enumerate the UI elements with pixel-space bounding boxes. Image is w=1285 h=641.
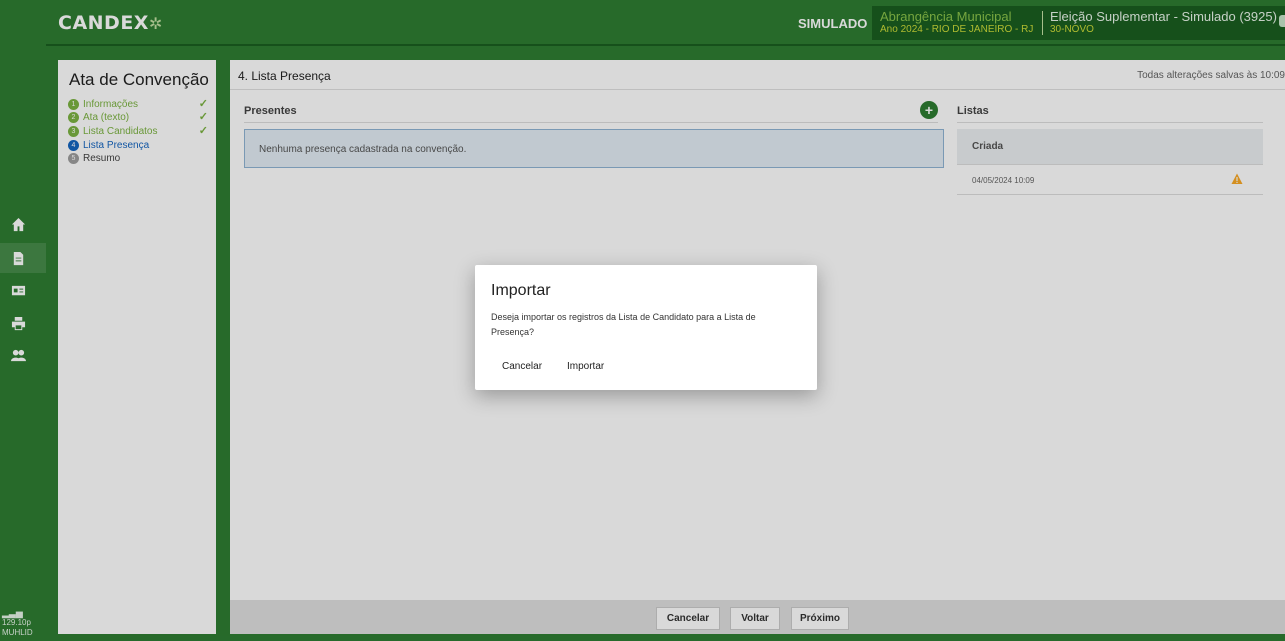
dialog-cancel-button[interactable]: Cancelar: [502, 361, 542, 372]
dialog-message: Deseja importar os registros da Lista de…: [491, 312, 756, 337]
dialog-title: Importar: [491, 282, 551, 299]
dialog-import-button[interactable]: Importar: [567, 361, 604, 372]
import-dialog: Importar Deseja importar os registros da…: [475, 265, 817, 390]
